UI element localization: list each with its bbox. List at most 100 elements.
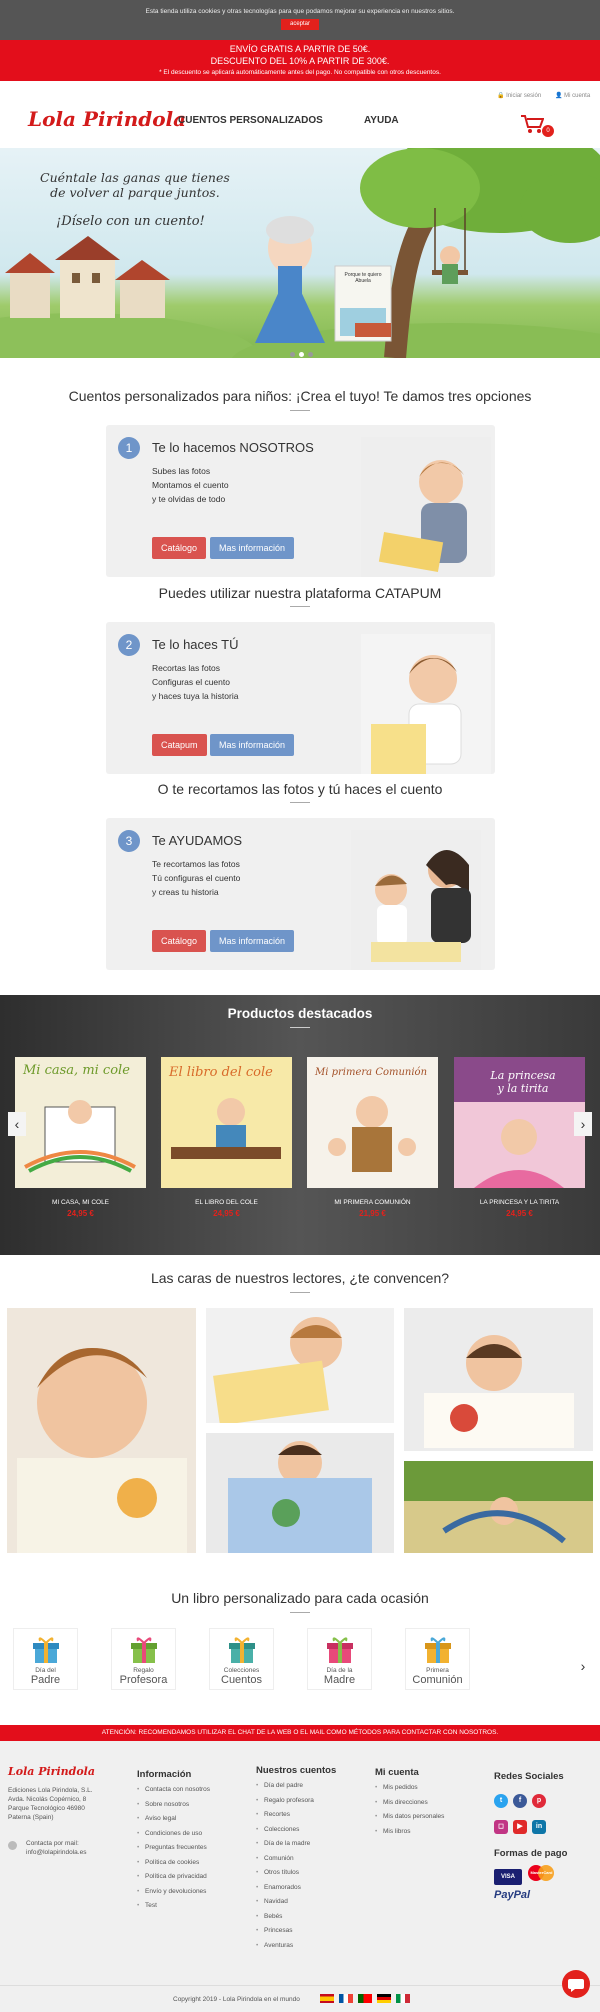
footer-link[interactable]: Condiciones de uso	[137, 1827, 210, 1842]
more-info-button[interactable]: Mas información	[210, 734, 295, 756]
footer-link[interactable]: Test	[137, 1899, 210, 1914]
account-link[interactable]: 👤 Mi cuenta	[555, 92, 590, 99]
instagram-icon[interactable]: ◻	[494, 1820, 508, 1834]
product-card[interactable]: Mi primera Comunión MI PRIMERA COMUNIÓN …	[307, 1057, 438, 1218]
options-title: Cuentos personalizados para niños: ¡Crea…	[68, 388, 532, 404]
option-line: Configuras el cuento	[152, 677, 230, 687]
footer-link[interactable]: Preguntas frecuentes	[137, 1841, 210, 1856]
catalog-button[interactable]: Catálogo	[152, 537, 207, 559]
footer-stories-title: Nuestros cuentos	[256, 1765, 337, 1776]
footer-link[interactable]: Envío y devoluciones	[137, 1885, 210, 1900]
title-underline	[290, 606, 310, 607]
slider-dot[interactable]	[290, 352, 295, 357]
more-info-button[interactable]: Mas información	[210, 537, 295, 559]
mother-child-photo	[351, 830, 481, 970]
footer-link[interactable]: Navidad	[256, 1895, 336, 1910]
footer-link[interactable]: Comunión	[256, 1852, 336, 1867]
occasions-title: Un libro personalizado para cada ocasión	[171, 1590, 429, 1606]
logo[interactable]: Lola Pirindola	[28, 107, 186, 131]
cart-count-badge: 0	[542, 125, 554, 137]
footer-link[interactable]: Aviso legal	[137, 1812, 210, 1827]
footer-link[interactable]: Mis direcciones	[375, 1796, 444, 1811]
occasion-item[interactable]: Día de la Madre	[307, 1628, 372, 1690]
slider-dot-active[interactable]	[299, 352, 304, 357]
catalog-button[interactable]: Catálogo	[152, 930, 207, 952]
footer-link[interactable]: Mis pedidos	[375, 1781, 444, 1796]
spain-flag-icon[interactable]	[320, 1994, 334, 2003]
product-cover-title: Mi primera Comunión	[315, 1067, 428, 1078]
address-line: Parque Tecnológico 46980	[8, 1805, 85, 1812]
product-name[interactable]: EL LIBRO DEL COLE	[161, 1199, 292, 1206]
italy-flag-icon[interactable]	[396, 1994, 410, 2003]
language-flags[interactable]	[320, 1994, 415, 2003]
option-number: 1	[118, 437, 140, 459]
germany-flag-icon[interactable]	[377, 1994, 391, 2003]
occasions-next-button[interactable]: ›	[574, 1654, 592, 1678]
occasion-big: Cuentos	[221, 1674, 262, 1686]
footer-link[interactable]: Día del padre	[256, 1779, 336, 1794]
twitter-icon[interactable]: t	[494, 1794, 508, 1808]
slider-dot[interactable]	[308, 352, 313, 357]
featured-title: Productos destacados	[227, 1006, 373, 1021]
occasion-big: Comunión	[412, 1674, 463, 1686]
option-3-heading: O te recortamos las fotos y tú haces el …	[157, 781, 443, 797]
footer-link[interactable]: Enamorados	[256, 1881, 336, 1896]
footer-link[interactable]: Sobre nosotros	[137, 1798, 210, 1813]
facebook-icon[interactable]: f	[513, 1794, 527, 1808]
france-flag-icon[interactable]	[339, 1994, 353, 2003]
reader-photo	[404, 1308, 593, 1451]
cart-button[interactable]: 0	[520, 114, 554, 137]
occasion-item[interactable]: Regalo Profesora	[111, 1628, 176, 1690]
footer-link[interactable]: Mis libros	[375, 1825, 444, 1840]
more-info-button[interactable]: Mas información	[210, 930, 295, 952]
carousel-next-button[interactable]: ›	[574, 1112, 592, 1136]
contact-email[interactable]: info@lolapirindola.es	[8, 1848, 86, 1857]
footer-link[interactable]: Mis datos personales	[375, 1810, 444, 1825]
reader-photo	[206, 1433, 394, 1553]
chat-button[interactable]	[562, 1970, 590, 1998]
occasion-item[interactable]: Colecciones Cuentos	[209, 1628, 274, 1690]
product-card[interactable]: Mi casa, mi cole MI CASA, MI COLE 24,95 …	[15, 1057, 146, 1218]
carousel-prev-button[interactable]: ‹	[8, 1112, 26, 1136]
cookie-accept-button[interactable]: aceptar	[281, 19, 319, 30]
footer-link[interactable]: Aventuras	[256, 1939, 336, 1954]
product-card[interactable]: El libro del cole EL LIBRO DEL COLE 24,9…	[161, 1057, 292, 1218]
pinterest-icon[interactable]: p	[532, 1794, 546, 1808]
product-name[interactable]: MI CASA, MI COLE	[15, 1199, 146, 1206]
footer-link[interactable]: Contacta con nosotros	[137, 1783, 210, 1798]
product-card[interactable]: La princesa y la tirita LA PRINCESA Y LA…	[454, 1057, 585, 1218]
occasion-big: Madre	[323, 1674, 356, 1686]
footer-logo[interactable]: Lola Pirindola	[8, 1765, 95, 1778]
account-label: Mi cuenta	[564, 93, 591, 99]
option-line: y haces tuya la historia	[152, 691, 239, 701]
readers-title: Las caras de nuestros lectores, ¿te conv…	[150, 1270, 450, 1286]
option-title: Te lo haces TÚ	[152, 637, 239, 652]
occasion-item[interactable]: Día del Padre	[13, 1628, 78, 1690]
address-line: Avda. Nicolás Copérnico, 8	[8, 1796, 87, 1803]
footer-link[interactable]: Princesas	[256, 1924, 336, 1939]
option-line: y te olvidas de todo	[152, 494, 226, 504]
footer-link[interactable]: Colecciones	[256, 1823, 336, 1838]
catapum-button[interactable]: Catapum	[152, 734, 207, 756]
product-name[interactable]: LA PRINCESA Y LA TIRITA	[454, 1199, 585, 1206]
linkedin-icon[interactable]: in	[532, 1820, 546, 1834]
footer-link[interactable]: Bebés	[256, 1910, 336, 1925]
footer-link[interactable]: Política de cookies	[137, 1856, 210, 1871]
hero-slider-dots[interactable]	[290, 344, 317, 358]
footer-link[interactable]: Día de la madre	[256, 1837, 336, 1852]
footer-link[interactable]: Recortes	[256, 1808, 336, 1823]
hero-slider[interactable]: Cuéntale las ganas que tienes de volver a…	[0, 148, 600, 358]
occasion-item[interactable]: Primera Comunión	[405, 1628, 470, 1690]
footer-link[interactable]: Regalo profesora	[256, 1794, 336, 1809]
product-name[interactable]: MI PRIMERA COMUNIÓN	[307, 1199, 438, 1206]
nav-cuentos[interactable]: CUENTOS PERSONALIZADOS	[178, 115, 323, 126]
option-line: Subes las fotos	[152, 466, 211, 476]
login-link[interactable]: 🔒 Iniciar sesión	[497, 92, 541, 99]
portugal-flag-icon[interactable]	[358, 1994, 372, 2003]
footer-info-title: Información	[137, 1769, 192, 1780]
footer-link[interactable]: Otros títulos	[256, 1866, 336, 1881]
youtube-icon[interactable]: ▶	[513, 1820, 527, 1834]
footer-link[interactable]: Política de privacidad	[137, 1870, 210, 1885]
copyright-bar: Copyright 2019 - Lola Pirindola en el mu…	[0, 1985, 600, 2011]
nav-ayuda[interactable]: AYUDA	[364, 115, 399, 126]
